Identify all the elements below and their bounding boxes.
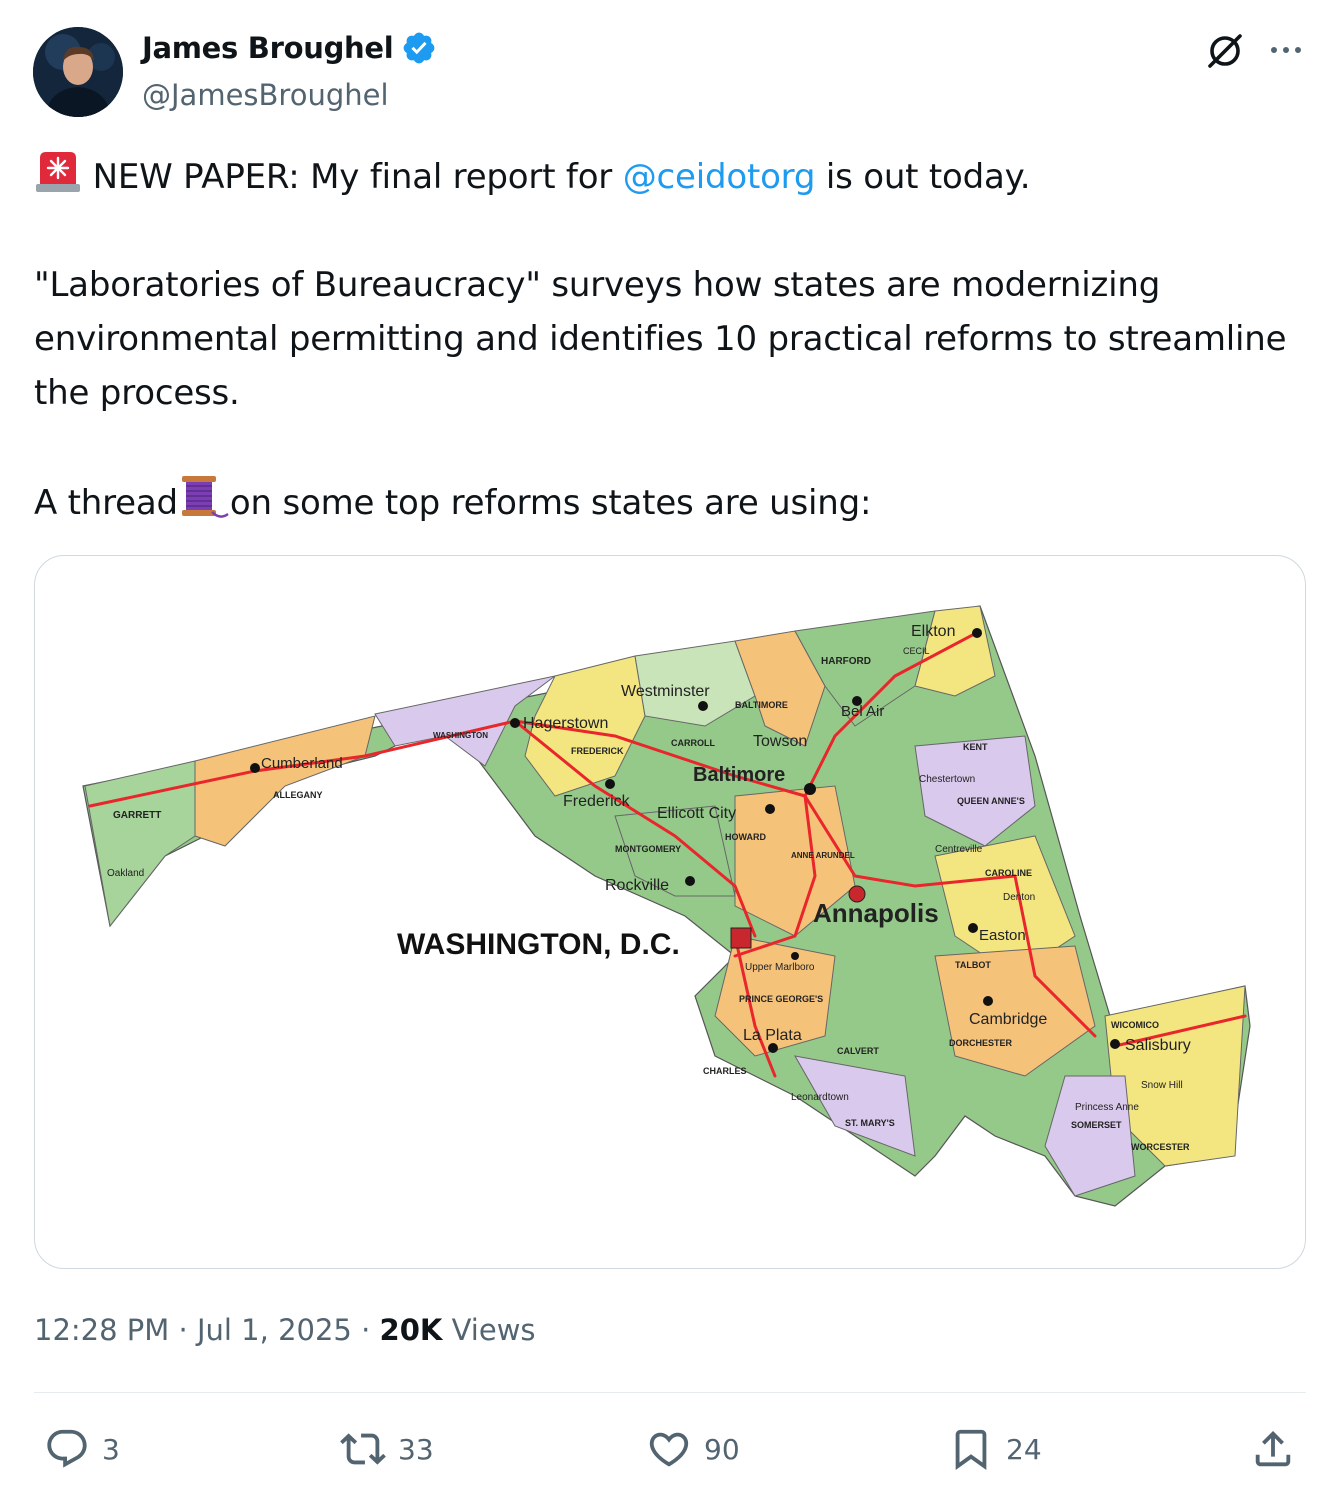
map-label-st-marys: ST. MARY'S xyxy=(845,1118,895,1128)
map-label-snow-hill: Snow Hill xyxy=(1141,1080,1183,1091)
mention-link[interactable]: @ceidotorg xyxy=(623,157,816,197)
map-label-denton: Denton xyxy=(1003,892,1035,903)
map-label-carroll: CARROLL xyxy=(671,738,715,748)
thread-spool-icon xyxy=(181,476,229,518)
map-label-harford: HARFORD xyxy=(821,656,871,667)
map-label-frederick-county: FREDERICK xyxy=(571,746,624,756)
views-label: Views xyxy=(442,1313,536,1347)
map-label-somerset: SOMERSET xyxy=(1071,1120,1122,1130)
tweet-time[interactable]: 12:28 PM xyxy=(34,1313,169,1347)
map-label-prince-georges: PRINCE GEORGE'S xyxy=(739,994,823,1004)
share-button[interactable] xyxy=(1250,1426,1296,1472)
tweet-date[interactable]: Jul 1, 2025 xyxy=(197,1313,352,1347)
map-label-hagerstown: Hagerstown xyxy=(523,715,608,732)
map-label-queen-annes: QUEEN ANNE'S xyxy=(957,796,1025,806)
tweet-paragraph-3: A thread on some top reforms states are … xyxy=(34,474,1294,530)
reply-count: 3 xyxy=(102,1432,120,1466)
author-name-row: James Broughel xyxy=(142,30,437,66)
map-label-leonardtown: Leonardtown xyxy=(791,1092,849,1103)
repost-icon xyxy=(340,1433,386,1465)
repost-count: 33 xyxy=(398,1432,434,1466)
map-label-la-plata: La Plata xyxy=(743,1027,802,1044)
tweet-paragraph-3-start: A thread xyxy=(34,483,178,523)
tweet-meta: 12:28 PM · Jul 1, 2025 · 20K Views xyxy=(34,1313,536,1347)
map-label-cecil: CECIL xyxy=(903,646,930,656)
map-label-salisbury: Salisbury xyxy=(1125,1037,1191,1054)
meta-separator: · xyxy=(169,1313,197,1347)
verified-badge-icon xyxy=(404,32,435,64)
bookmark-button[interactable]: 24 xyxy=(948,1426,1042,1472)
tweet-line-1-text: NEW PAPER: My final report for xyxy=(82,157,623,197)
tweet-line-1-end: is out today. xyxy=(815,157,1031,197)
tweet-paragraph-3-end: on some top reforms states are using: xyxy=(229,483,872,523)
map-label-centreville: Centreville xyxy=(935,844,983,855)
map-label-worcester: WORCESTER xyxy=(1131,1142,1190,1152)
more-icon[interactable] xyxy=(1266,36,1306,64)
avatar[interactable] xyxy=(33,27,123,117)
map-label-towson: Towson xyxy=(753,733,807,750)
map-label-howard: HOWARD xyxy=(725,832,766,842)
map-label-bel-air: Bel Air xyxy=(841,703,884,720)
meta-separator: · xyxy=(351,1313,380,1347)
map-label-wicomico: WICOMICO xyxy=(1111,1020,1159,1030)
map-label-chestertown: Chestertown xyxy=(919,774,975,785)
author-handle[interactable]: @JamesBroughel xyxy=(142,78,389,112)
bookmark-icon xyxy=(955,1429,987,1470)
reply-icon xyxy=(47,1429,87,1468)
map-label-talbot: TALBOT xyxy=(955,960,991,970)
grok-icon[interactable] xyxy=(1204,30,1246,72)
map-label-dc: WASHINGTON, D.C. xyxy=(397,928,680,961)
map-label-calvert: CALVERT xyxy=(837,1046,879,1056)
map-label-elkton: Elkton xyxy=(911,623,955,640)
map-label-montgomery: MONTGOMERY xyxy=(615,844,681,854)
reply-button[interactable]: 3 xyxy=(44,1426,120,1472)
media-map-image[interactable]: WASHINGTON, D.C. Elkton CECIL HARFORD We… xyxy=(34,555,1306,1269)
map-label-charles: CHARLES xyxy=(703,1066,747,1076)
map-label-baltimore: Baltimore xyxy=(693,764,785,786)
map-label-princess-anne: Princess Anne xyxy=(1075,1102,1139,1113)
map-label-westminster: Westminster xyxy=(621,683,710,700)
views-count: 20K xyxy=(379,1313,443,1347)
share-icon xyxy=(1255,1430,1291,1467)
map-label-frederick: Frederick xyxy=(563,793,631,810)
author-name[interactable]: James Broughel xyxy=(142,31,394,65)
like-button[interactable]: 90 xyxy=(646,1426,740,1472)
map-label-cumberland: Cumberland xyxy=(261,755,343,772)
map-label-cambridge: Cambridge xyxy=(969,1011,1047,1028)
rotating-light-icon xyxy=(36,152,80,192)
tweet-paragraph-2: "Laboratories of Bureaucracy" surveys ho… xyxy=(34,265,1287,413)
tweet-text: NEW PAPER: My final report for @ceidotor… xyxy=(34,150,1294,530)
map-label-annapolis: Annapolis xyxy=(813,898,939,928)
bookmark-count: 24 xyxy=(1006,1432,1042,1466)
map-label-allegany: ALLEGANY xyxy=(273,790,323,800)
map-label-washington-county: WASHINGTON xyxy=(433,731,488,740)
divider xyxy=(34,1392,1306,1393)
tweet-line-1: NEW PAPER: My final report for @ceidotor… xyxy=(34,150,1294,204)
repost-button[interactable]: 33 xyxy=(340,1426,434,1472)
map-label-dorchester: DORCHESTER xyxy=(949,1038,1013,1048)
like-icon xyxy=(649,1432,689,1467)
map-label-ellicott-city: Ellicott City xyxy=(657,805,736,822)
map-label-baltimore-county: BALTIMORE xyxy=(735,700,788,710)
maryland-map: WASHINGTON, D.C. Elkton CECIL HARFORD We… xyxy=(82,605,1251,1207)
map-label-rockville: Rockville xyxy=(605,877,669,894)
map-label-easton: Easton xyxy=(979,927,1026,944)
map-label-oakland: Oakland xyxy=(107,868,144,879)
map-label-caroline: CAROLINE xyxy=(985,868,1032,878)
map-label-garrett: GARRETT xyxy=(113,810,161,821)
map-label-kent: KENT xyxy=(963,742,988,752)
map-label-anne-arundel: ANNE ARUNDEL xyxy=(791,851,855,860)
map-label-upper-marlboro: Upper Marlboro xyxy=(745,962,815,973)
like-count: 90 xyxy=(704,1432,740,1466)
